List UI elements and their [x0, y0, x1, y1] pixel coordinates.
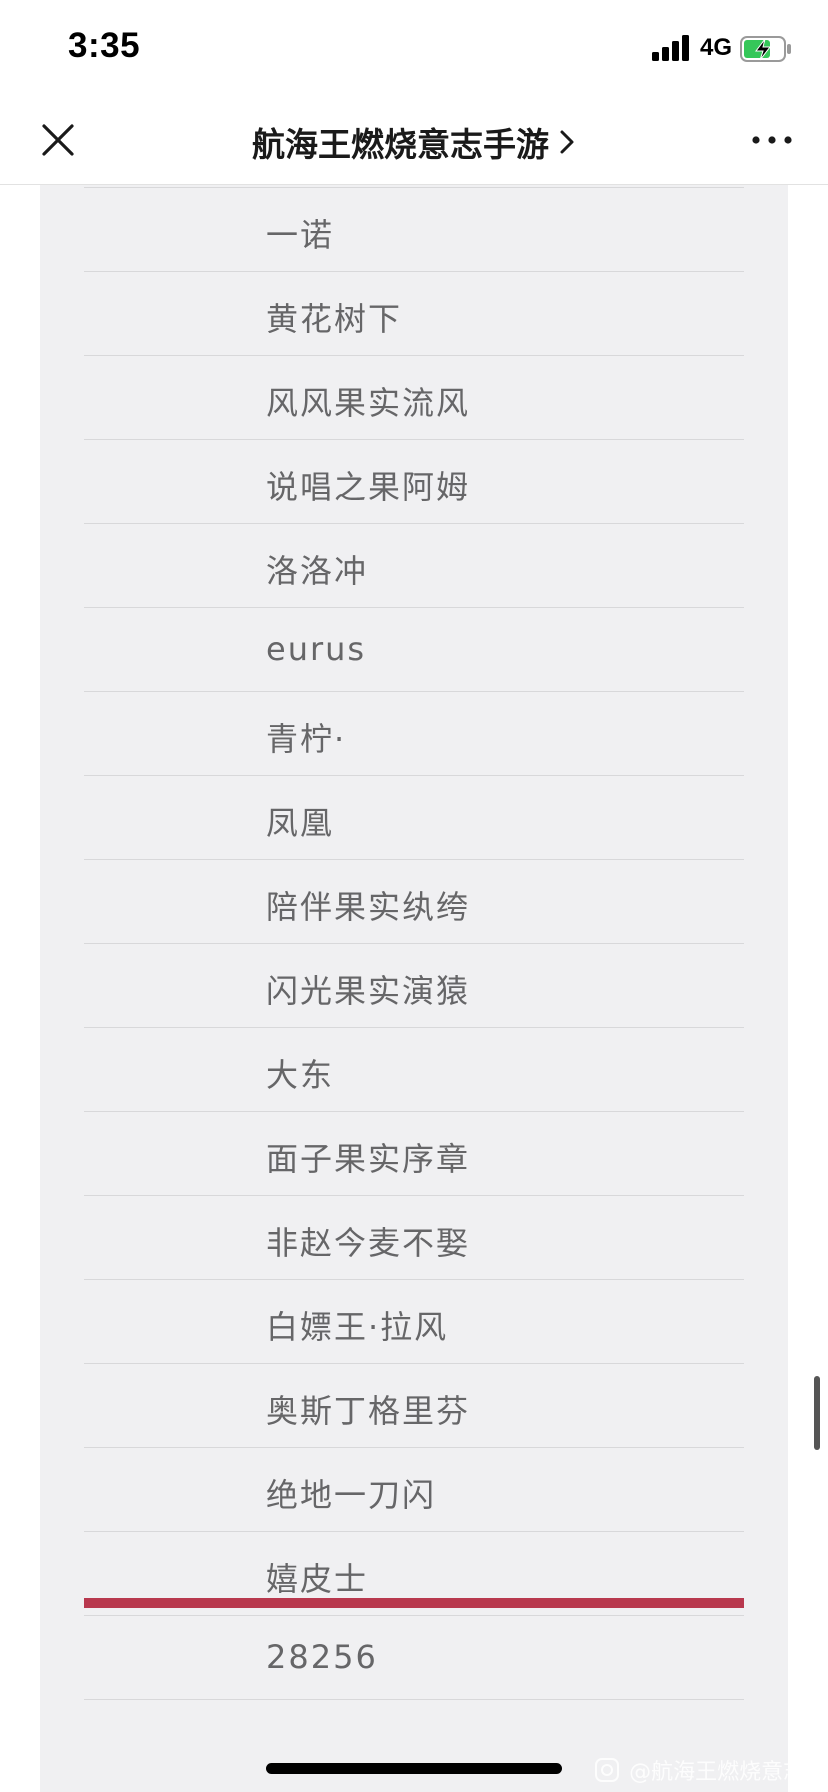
- list-item: 青柠·: [84, 692, 744, 776]
- list-item: 闪光果实演猿: [84, 944, 744, 1028]
- list-item: 黄花树下: [84, 272, 744, 356]
- weibo-camera-icon: [595, 1758, 619, 1782]
- entry-text: 洛洛冲: [266, 552, 369, 590]
- list-item: 说唱之果阿姆: [84, 440, 744, 524]
- list-item: 凤凰: [84, 776, 744, 860]
- section-divider-bar: [84, 1598, 744, 1608]
- entry-list: 一诺 黄花树下 风风果实流风 说唱之果阿姆 洛洛冲 eurus 青柠· 凤凰 陪…: [84, 187, 744, 1700]
- chevron-right-icon[interactable]: [558, 128, 576, 156]
- network-type: 4G: [700, 34, 733, 61]
- entry-text: 绝地一刀闪: [266, 1476, 437, 1514]
- nav-bar: 航海王燃烧意志手游: [0, 100, 828, 185]
- article-content[interactable]: 一诺 黄花树下 风风果实流风 说唱之果阿姆 洛洛冲 eurus 青柠· 凤凰 陪…: [0, 185, 828, 1792]
- list-item: 非赵今麦不娶: [84, 1196, 744, 1280]
- entry-text: 陪伴果实纨绔: [266, 888, 471, 926]
- entry-text: 风风果实流风: [266, 384, 471, 422]
- entry-text: 面子果实序章: [266, 1140, 471, 1178]
- entry-text: 28256: [266, 1638, 378, 1676]
- entry-text: 白嫖王·拉风: [266, 1308, 449, 1346]
- entry-text: 嬉皮士: [266, 1560, 369, 1598]
- entry-text: 说唱之果阿姆: [266, 468, 471, 506]
- list-item: 奥斯丁格里芬: [84, 1364, 744, 1448]
- scrollbar-thumb[interactable]: [814, 1376, 820, 1450]
- watermark: @航海王燃烧意志: [594, 1754, 828, 1786]
- list-item: eurus: [84, 608, 744, 692]
- status-time: 3:35: [68, 26, 141, 65]
- list-item: 洛洛冲: [84, 524, 744, 608]
- account-title-link[interactable]: 航海王燃烧意志手游: [0, 118, 828, 166]
- page-title[interactable]: 航海王燃烧意志手游: [252, 118, 549, 166]
- watermark-text: @航海王燃烧意志: [629, 1760, 806, 1785]
- entry-text: 奥斯丁格里芬: [266, 1392, 471, 1430]
- list-item: 一诺: [84, 188, 744, 272]
- more-icon[interactable]: [748, 122, 796, 158]
- signal-icon: [652, 35, 689, 61]
- entry-text: eurus: [266, 630, 367, 668]
- list-item: 面子果实序章: [84, 1112, 744, 1196]
- list-item: 陪伴果实纨绔: [84, 860, 744, 944]
- battery-charging-icon: [740, 36, 791, 62]
- entry-text: 闪光果实演猿: [266, 972, 471, 1010]
- list-item: 大东: [84, 1028, 744, 1112]
- list-item: 风风果实流风: [84, 356, 744, 440]
- list-item: 绝地一刀闪: [84, 1448, 744, 1532]
- list-item: 28256: [84, 1616, 744, 1700]
- entry-text: 非赵今麦不娶: [266, 1224, 471, 1262]
- entry-text: 一诺: [266, 216, 335, 254]
- entry-card: 一诺 黄花树下 风风果实流风 说唱之果阿姆 洛洛冲 eurus 青柠· 凤凰 陪…: [40, 185, 788, 1792]
- entry-text: 青柠·: [266, 720, 347, 758]
- entry-text: 凤凰: [266, 804, 335, 842]
- home-indicator[interactable]: [266, 1763, 562, 1774]
- entry-text: 大东: [266, 1056, 335, 1094]
- list-item: 白嫖王·拉风: [84, 1280, 744, 1364]
- status-bar: 3:35 4G: [0, 0, 828, 100]
- entry-text: 黄花树下: [266, 300, 403, 338]
